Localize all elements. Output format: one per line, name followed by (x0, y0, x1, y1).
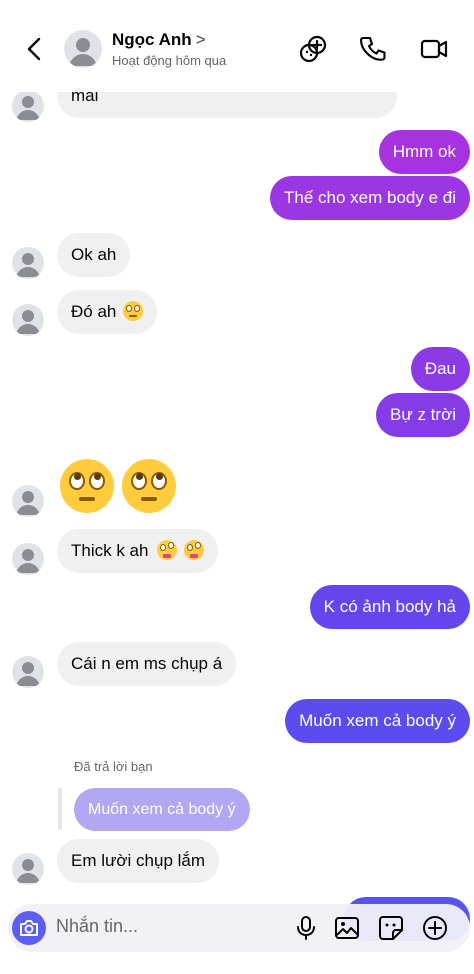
contact-avatar[interactable] (12, 485, 44, 517)
video-icon[interactable] (419, 34, 449, 64)
eye-roll-emoji-icon[interactable] (60, 459, 114, 513)
message-incoming[interactable]: Đó ah (57, 290, 158, 334)
message-composer: Nhắn tin... (0, 900, 474, 956)
message-incoming[interactable]: Ok ah (57, 233, 131, 277)
contact-avatar[interactable] (12, 90, 44, 122)
camera-icon[interactable] (12, 911, 46, 945)
eye-roll-emoji-icon[interactable] (122, 459, 176, 513)
zany-face-emoji-icon (157, 540, 178, 560)
contact-status: Hoạt động hôm qua (112, 53, 227, 68)
message-outgoing[interactable]: Hmm ok (378, 130, 470, 174)
reply-bar (58, 788, 62, 830)
eye-roll-emoji-icon (123, 301, 144, 321)
plus-icon[interactable] (421, 914, 449, 942)
message-outgoing[interactable]: Bự z trời (376, 393, 470, 437)
zany-face-emoji-icon (183, 540, 204, 560)
message-outgoing[interactable]: K có ảnh body hả (309, 585, 470, 629)
message-incoming[interactable]: Em lười chụp lắm (57, 839, 220, 883)
contact-avatar[interactable] (12, 543, 44, 575)
reply-label: Đã trả lời bạn (74, 759, 153, 774)
message-incoming[interactable]: Thick k ah (57, 529, 218, 573)
games-icon[interactable] (298, 34, 328, 64)
chevron-right-icon: > (195, 30, 206, 49)
sticker-icon[interactable] (377, 914, 405, 942)
contact-avatar[interactable] (64, 30, 102, 68)
back-icon[interactable] (20, 34, 50, 64)
reply-quote-bubble[interactable]: Muốn xem cả body ý (74, 788, 250, 831)
phone-icon[interactable] (358, 34, 388, 64)
chat-header: Ngọc Anh > Hoạt động hôm qua (0, 0, 474, 92)
message-outgoing[interactable]: Muốn xem cả body ý (285, 699, 470, 743)
contact-avatar[interactable] (12, 304, 44, 336)
message-outgoing[interactable]: Thế cho xem body e đi (270, 176, 470, 220)
contact-avatar[interactable] (12, 656, 44, 688)
contact-name[interactable]: Ngọc Anh > (112, 30, 206, 50)
image-icon[interactable] (333, 914, 361, 942)
contact-avatar[interactable] (12, 853, 44, 885)
microphone-icon[interactable] (292, 914, 320, 942)
chat-thread: mai Hmm ok Thế cho xem body e đi Ok ah Đ… (0, 0, 474, 974)
message-input[interactable]: Nhắn tin... (56, 916, 138, 937)
message-outgoing[interactable]: Đau (410, 347, 470, 391)
contact-avatar[interactable] (12, 247, 44, 279)
message-incoming[interactable]: Cái n em ms chụp á (57, 642, 237, 686)
